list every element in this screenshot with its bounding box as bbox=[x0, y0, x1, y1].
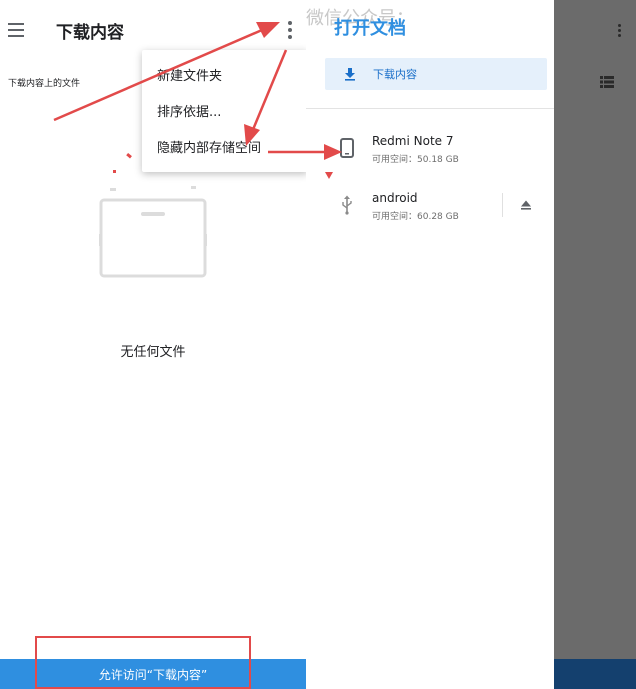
storage-name: Redmi Note 7 bbox=[372, 134, 454, 148]
usb-icon bbox=[342, 195, 352, 215]
storage-free-space: 可用空间：50.18 GB bbox=[372, 155, 459, 165]
open-documents-drawer: 微信公众号： 打开文档 下载内容 Redmi Note 7 可用空间：50.18… bbox=[306, 0, 554, 689]
eject-separator bbox=[502, 193, 503, 217]
phone-icon bbox=[340, 138, 354, 158]
storage-name: android bbox=[372, 191, 418, 205]
storage-item-android[interactable]: android 可用空间：60.28 GB bbox=[306, 189, 554, 231]
hamburger-menu-icon[interactable] bbox=[8, 20, 28, 40]
more-vert-icon[interactable] bbox=[282, 20, 298, 40]
drawer-title: 打开文档 bbox=[334, 18, 406, 39]
download-icon bbox=[345, 68, 355, 81]
menu-item-hide-internal-storage[interactable]: 隐藏内部存储空间 bbox=[142, 128, 308, 164]
folder-subtitle: 下载内容上的文件 bbox=[8, 79, 81, 89]
empty-folder-illustration bbox=[99, 198, 207, 278]
allow-access-button[interactable]: 允许访问“下载内容” bbox=[0, 659, 306, 689]
drawer-divider bbox=[306, 108, 554, 109]
empty-state-text: 无任何文件 bbox=[120, 345, 186, 360]
dimmed-background-panel bbox=[554, 0, 636, 689]
storage-free-space: 可用空间：60.28 GB bbox=[372, 212, 459, 222]
more-vert-icon bbox=[616, 24, 622, 40]
dimmed-bottom-bar bbox=[554, 659, 636, 689]
storage-item-redmi-note-7[interactable]: Redmi Note 7 可用空间：50.18 GB bbox=[306, 132, 554, 174]
menu-item-new-folder[interactable]: 新建文件夹 bbox=[142, 56, 308, 92]
nav-item-downloads[interactable]: 下载内容 bbox=[325, 58, 547, 90]
overflow-menu: 新建文件夹 排序依据... 隐藏内部存储空间 bbox=[142, 50, 308, 172]
nav-item-downloads-label: 下载内容 bbox=[373, 68, 417, 81]
page-title: 下载内容 bbox=[56, 23, 124, 43]
list-view-icon bbox=[600, 76, 614, 88]
eject-icon[interactable] bbox=[520, 199, 532, 211]
menu-item-sort-by[interactable]: 排序依据... bbox=[142, 92, 308, 128]
